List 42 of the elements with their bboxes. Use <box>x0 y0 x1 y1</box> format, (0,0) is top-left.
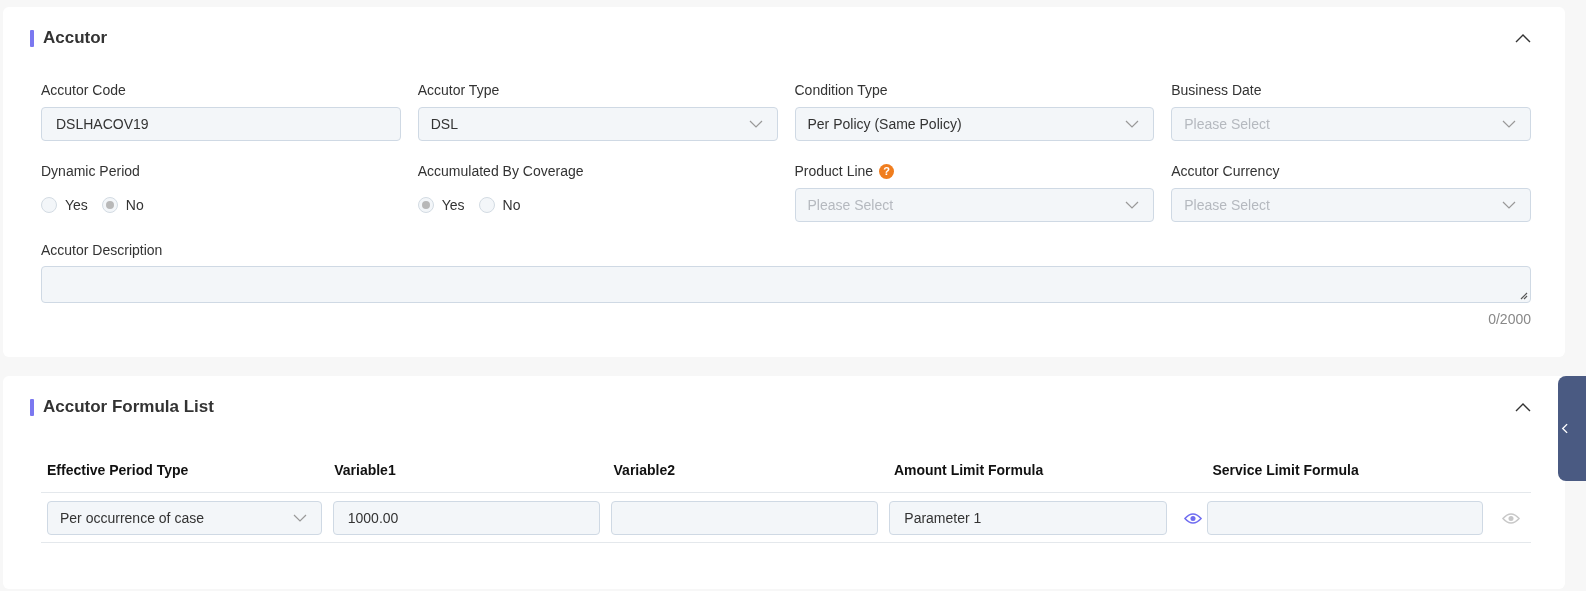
radio-option[interactable]: No <box>101 197 144 213</box>
input-field[interactable]: 1000.00 <box>332 501 600 535</box>
input-field[interactable] <box>610 501 879 535</box>
field-label: Accutor Currency <box>1171 163 1280 179</box>
dropdown-chevron-icon <box>292 514 307 522</box>
column-header: Effective Period Type <box>46 462 190 478</box>
select-field[interactable]: DSL <box>417 107 778 141</box>
side-drawer-tab[interactable] <box>1558 376 1586 481</box>
input-field[interactable]: DSLHACOV19 <box>41 107 401 141</box>
dropdown-chevron-icon <box>1125 120 1140 128</box>
section-title: Accutor Formula List <box>43 397 215 417</box>
field-label: Business Date <box>1171 82 1262 98</box>
section-title: Accutor <box>43 28 109 48</box>
resize-handle-icon[interactable] <box>1520 292 1528 300</box>
radio-option[interactable]: No <box>478 197 521 213</box>
select-field[interactable]: Per Policy (Same Policy) <box>794 107 1155 141</box>
collapse-chevron-icon[interactable] <box>1515 402 1531 412</box>
field-label: Condition Type <box>794 82 888 98</box>
field-label: Accutor Code <box>41 82 126 98</box>
formula-field[interactable]: Parameter 1 <box>889 501 1168 535</box>
formula-field[interactable] <box>1207 501 1484 535</box>
dropdown-chevron-icon <box>748 120 763 128</box>
chevron-left-icon <box>1561 423 1568 434</box>
select-field[interactable]: Per occurrence of case <box>47 501 322 535</box>
character-counter: 0/2000 <box>1488 311 1531 327</box>
field-label: Accutor Description <box>41 242 164 258</box>
field-label: Product Line <box>794 163 874 179</box>
eye-icon[interactable] <box>1184 511 1203 525</box>
column-header: Variable1 <box>333 462 397 478</box>
field-label: Accumulated By Coverage <box>417 163 584 179</box>
eye-icon[interactable] <box>1502 511 1521 525</box>
field-label: Dynamic Period <box>41 163 140 179</box>
column-header: Amount Limit Formula <box>892 462 1045 478</box>
column-header: Variable2 <box>612 462 677 478</box>
radio-option[interactable]: Yes <box>417 197 465 213</box>
collapse-chevron-icon[interactable] <box>1515 33 1531 43</box>
dropdown-chevron-icon <box>1125 201 1140 209</box>
field-label: Accutor Type <box>417 82 500 98</box>
column-header: Service Limit Formula <box>1212 462 1360 478</box>
radio-option[interactable]: Yes <box>41 197 88 213</box>
dropdown-chevron-icon <box>1502 201 1516 209</box>
dropdown-chevron-icon <box>1502 120 1516 128</box>
